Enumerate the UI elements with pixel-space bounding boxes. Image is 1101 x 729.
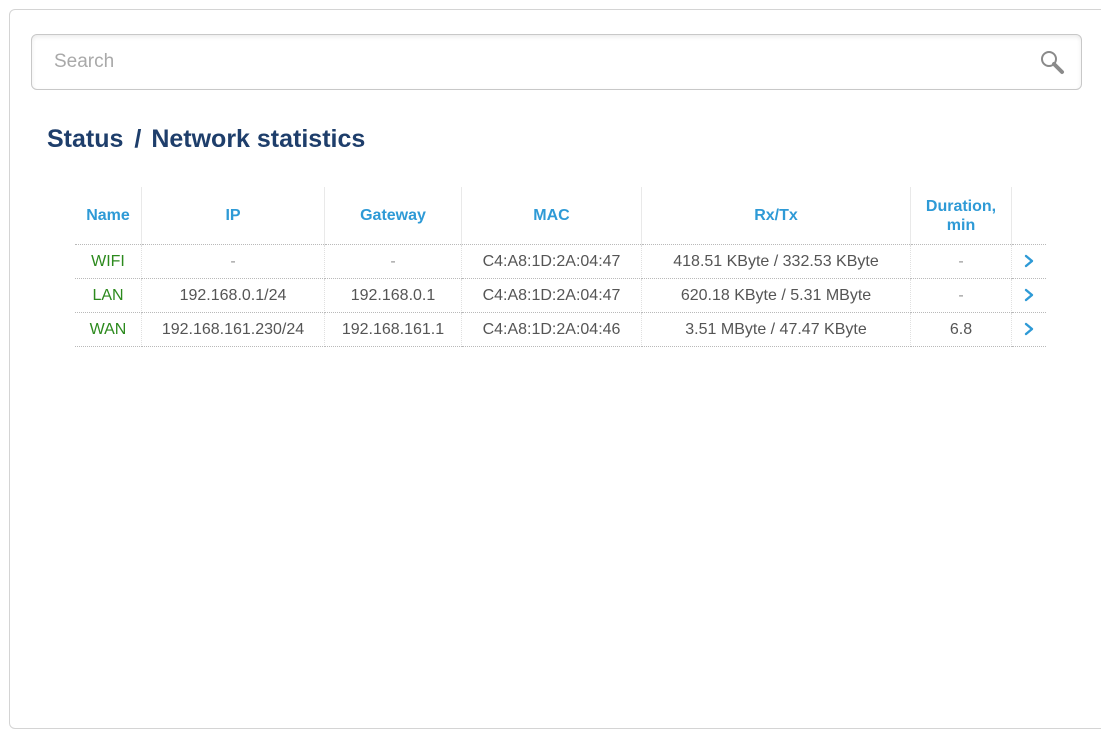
breadcrumb-page: Network statistics [151,125,366,153]
column-header-mac: MAC [461,187,642,245]
column-header-duration: Duration, min [910,187,1012,245]
column-header-gateway: Gateway [324,187,462,245]
cell-mac: C4:A8:1D:2A:04:47 [461,244,642,279]
cell-mac: C4:A8:1D:2A:04:47 [461,278,642,313]
search-box [31,34,1082,90]
table-row-wan[interactable]: WAN 192.168.161.230/24 192.168.161.1 C4:… [75,312,1046,347]
cell-name: WAN [75,312,142,347]
chevron-right-icon[interactable] [1024,254,1034,268]
breadcrumb-section: Status [47,125,124,153]
cell-duration: 6.8 [910,312,1012,347]
column-header-rxtx: Rx/Tx [641,187,911,245]
content-panel [9,9,1101,729]
table-row-wifi[interactable]: WIFI - - C4:A8:1D:2A:04:47 418.51 KByte … [75,244,1046,279]
column-header-name: Name [75,187,142,245]
column-header-ip: IP [141,187,325,245]
table-header-row: Name IP Gateway MAC Rx/Tx Duration, min [75,187,1046,245]
page-title: Status / Network statistics [47,125,365,154]
cell-duration: - [910,244,1012,279]
cell-mac: C4:A8:1D:2A:04:46 [461,312,642,347]
cell-gateway: 192.168.0.1 [324,278,462,313]
cell-name: WIFI [75,244,142,279]
column-header-action [1012,187,1047,245]
chevron-right-icon[interactable] [1024,322,1034,336]
cell-gateway: 192.168.161.1 [324,312,462,347]
network-statistics-table: Name IP Gateway MAC Rx/Tx Duration, min … [75,187,1046,347]
cell-action[interactable] [1011,312,1046,347]
cell-gateway: - [324,244,462,279]
cell-ip: - [141,244,325,279]
chevron-right-icon[interactable] [1024,288,1034,302]
cell-action[interactable] [1011,278,1046,313]
duration-header-line1: Duration, [925,197,997,215]
cell-rxtx: 418.51 KByte / 332.53 KByte [641,244,911,279]
cell-duration: - [910,278,1012,313]
search-input[interactable] [44,45,1044,79]
table-row-lan[interactable]: LAN 192.168.0.1/24 192.168.0.1 C4:A8:1D:… [75,278,1046,313]
duration-header-line2: min [946,216,976,234]
search-icon[interactable] [1037,48,1067,78]
cell-rxtx: 620.18 KByte / 5.31 MByte [641,278,911,313]
cell-rxtx: 3.51 MByte / 47.47 KByte [641,312,911,347]
cell-name: LAN [75,278,142,313]
cell-action[interactable] [1011,244,1046,279]
breadcrumb-separator: / [134,125,142,153]
cell-ip: 192.168.161.230/24 [141,312,325,347]
cell-ip: 192.168.0.1/24 [141,278,325,313]
